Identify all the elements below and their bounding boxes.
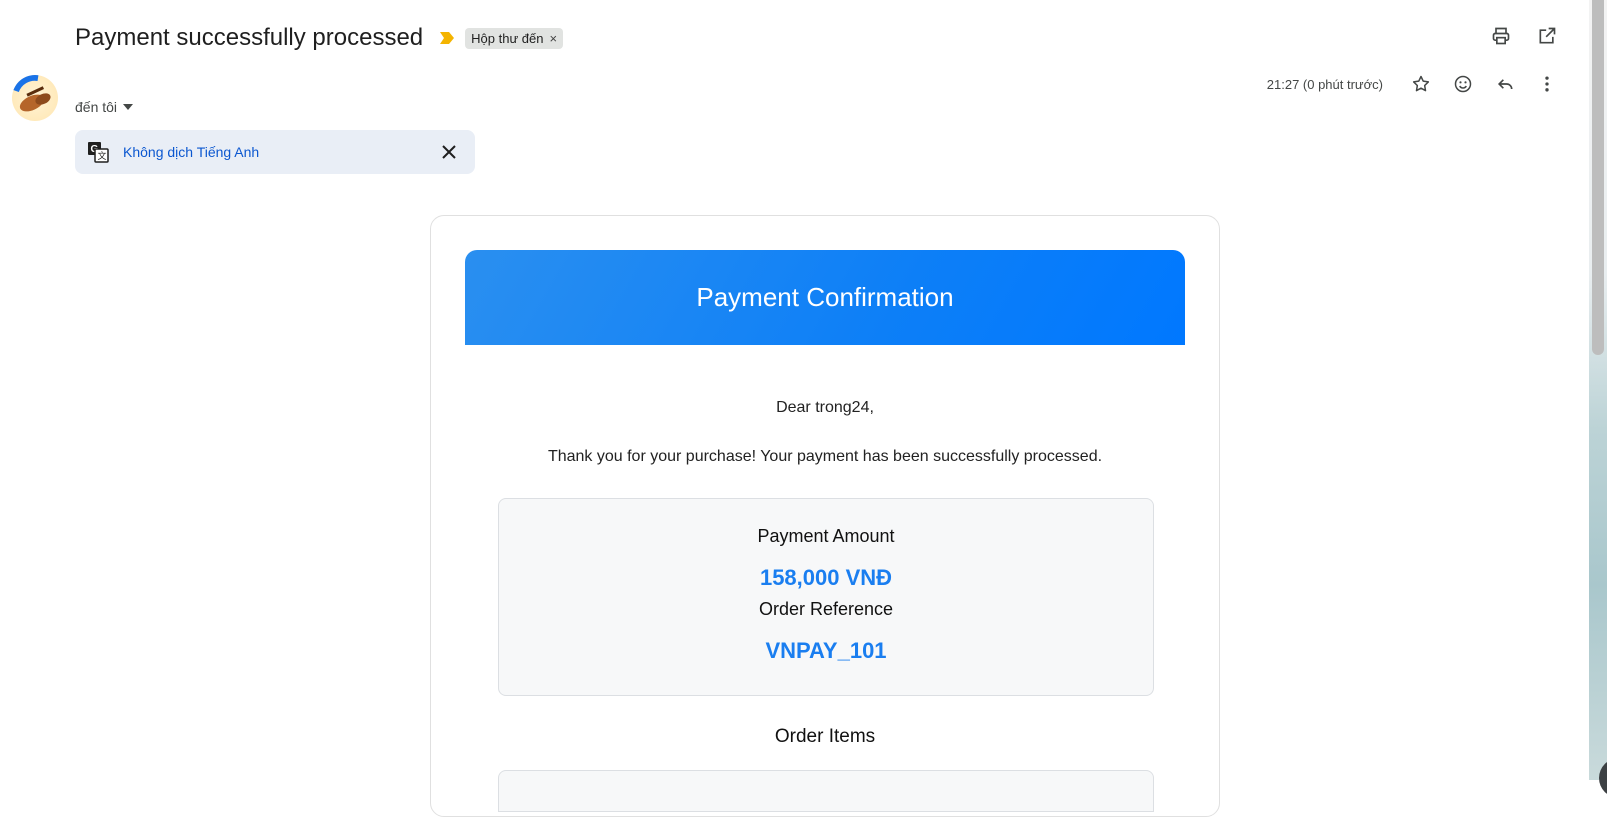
translate-bar: G 文 Không dịch Tiếng Anh bbox=[75, 130, 475, 174]
payment-summary-box: Payment Amount 158,000 VNĐ Order Referen… bbox=[498, 498, 1154, 696]
chevron-down-icon bbox=[123, 104, 134, 110]
scrollbar[interactable] bbox=[1592, 0, 1604, 355]
open-in-new-window-icon[interactable] bbox=[1535, 24, 1559, 48]
top-actions bbox=[1489, 24, 1559, 48]
subject-row: Payment successfully processed Hộp thư đ… bbox=[75, 18, 564, 58]
thank-you-text: Thank you for your purchase! Your paymen… bbox=[547, 448, 1103, 465]
email-subject: Payment successfully processed bbox=[75, 24, 424, 51]
order-items-table bbox=[498, 770, 1154, 812]
reference-label: Order Reference bbox=[758, 599, 894, 619]
emoji-reaction-icon[interactable] bbox=[1451, 72, 1475, 96]
importance-marker-icon[interactable] bbox=[439, 31, 455, 45]
email-body-card: Payment Confirmation Dear trong24, Thank… bbox=[430, 215, 1220, 817]
greeting-text: Dear trong24, bbox=[776, 399, 874, 416]
reply-icon[interactable] bbox=[1493, 72, 1517, 96]
amount-value: 158,000 VNĐ bbox=[759, 565, 893, 590]
more-vert-icon[interactable] bbox=[1535, 72, 1559, 96]
reference-value: VNPAY_101 bbox=[765, 638, 887, 663]
avatar[interactable] bbox=[12, 75, 58, 121]
dont-translate-link[interactable]: Không dịch Tiếng Anh bbox=[123, 144, 259, 160]
translate-icon: G 文 bbox=[88, 142, 109, 163]
close-icon[interactable] bbox=[437, 140, 461, 169]
label-remove-button[interactable]: × bbox=[549, 31, 557, 46]
svg-text:文: 文 bbox=[98, 150, 107, 161]
message-meta: 21:27 (0 phút trước) bbox=[1267, 72, 1559, 96]
order-items-heading: Order Items bbox=[774, 726, 876, 747]
confirmation-banner: Payment Confirmation bbox=[465, 250, 1185, 345]
timestamp: 21:27 (0 phút trước) bbox=[1266, 76, 1383, 92]
print-icon[interactable] bbox=[1489, 24, 1513, 48]
amount-label: Payment Amount bbox=[757, 526, 895, 546]
label-chip-text: Hộp thư đến bbox=[471, 30, 544, 46]
star-icon[interactable] bbox=[1409, 72, 1433, 96]
recipient-dropdown[interactable]: đến tôi bbox=[75, 99, 134, 115]
recipient-label: đến tôi bbox=[75, 99, 118, 115]
label-chip-inbox[interactable]: Hộp thư đến × bbox=[465, 27, 564, 49]
banner-title: Payment Confirmation bbox=[696, 282, 954, 312]
